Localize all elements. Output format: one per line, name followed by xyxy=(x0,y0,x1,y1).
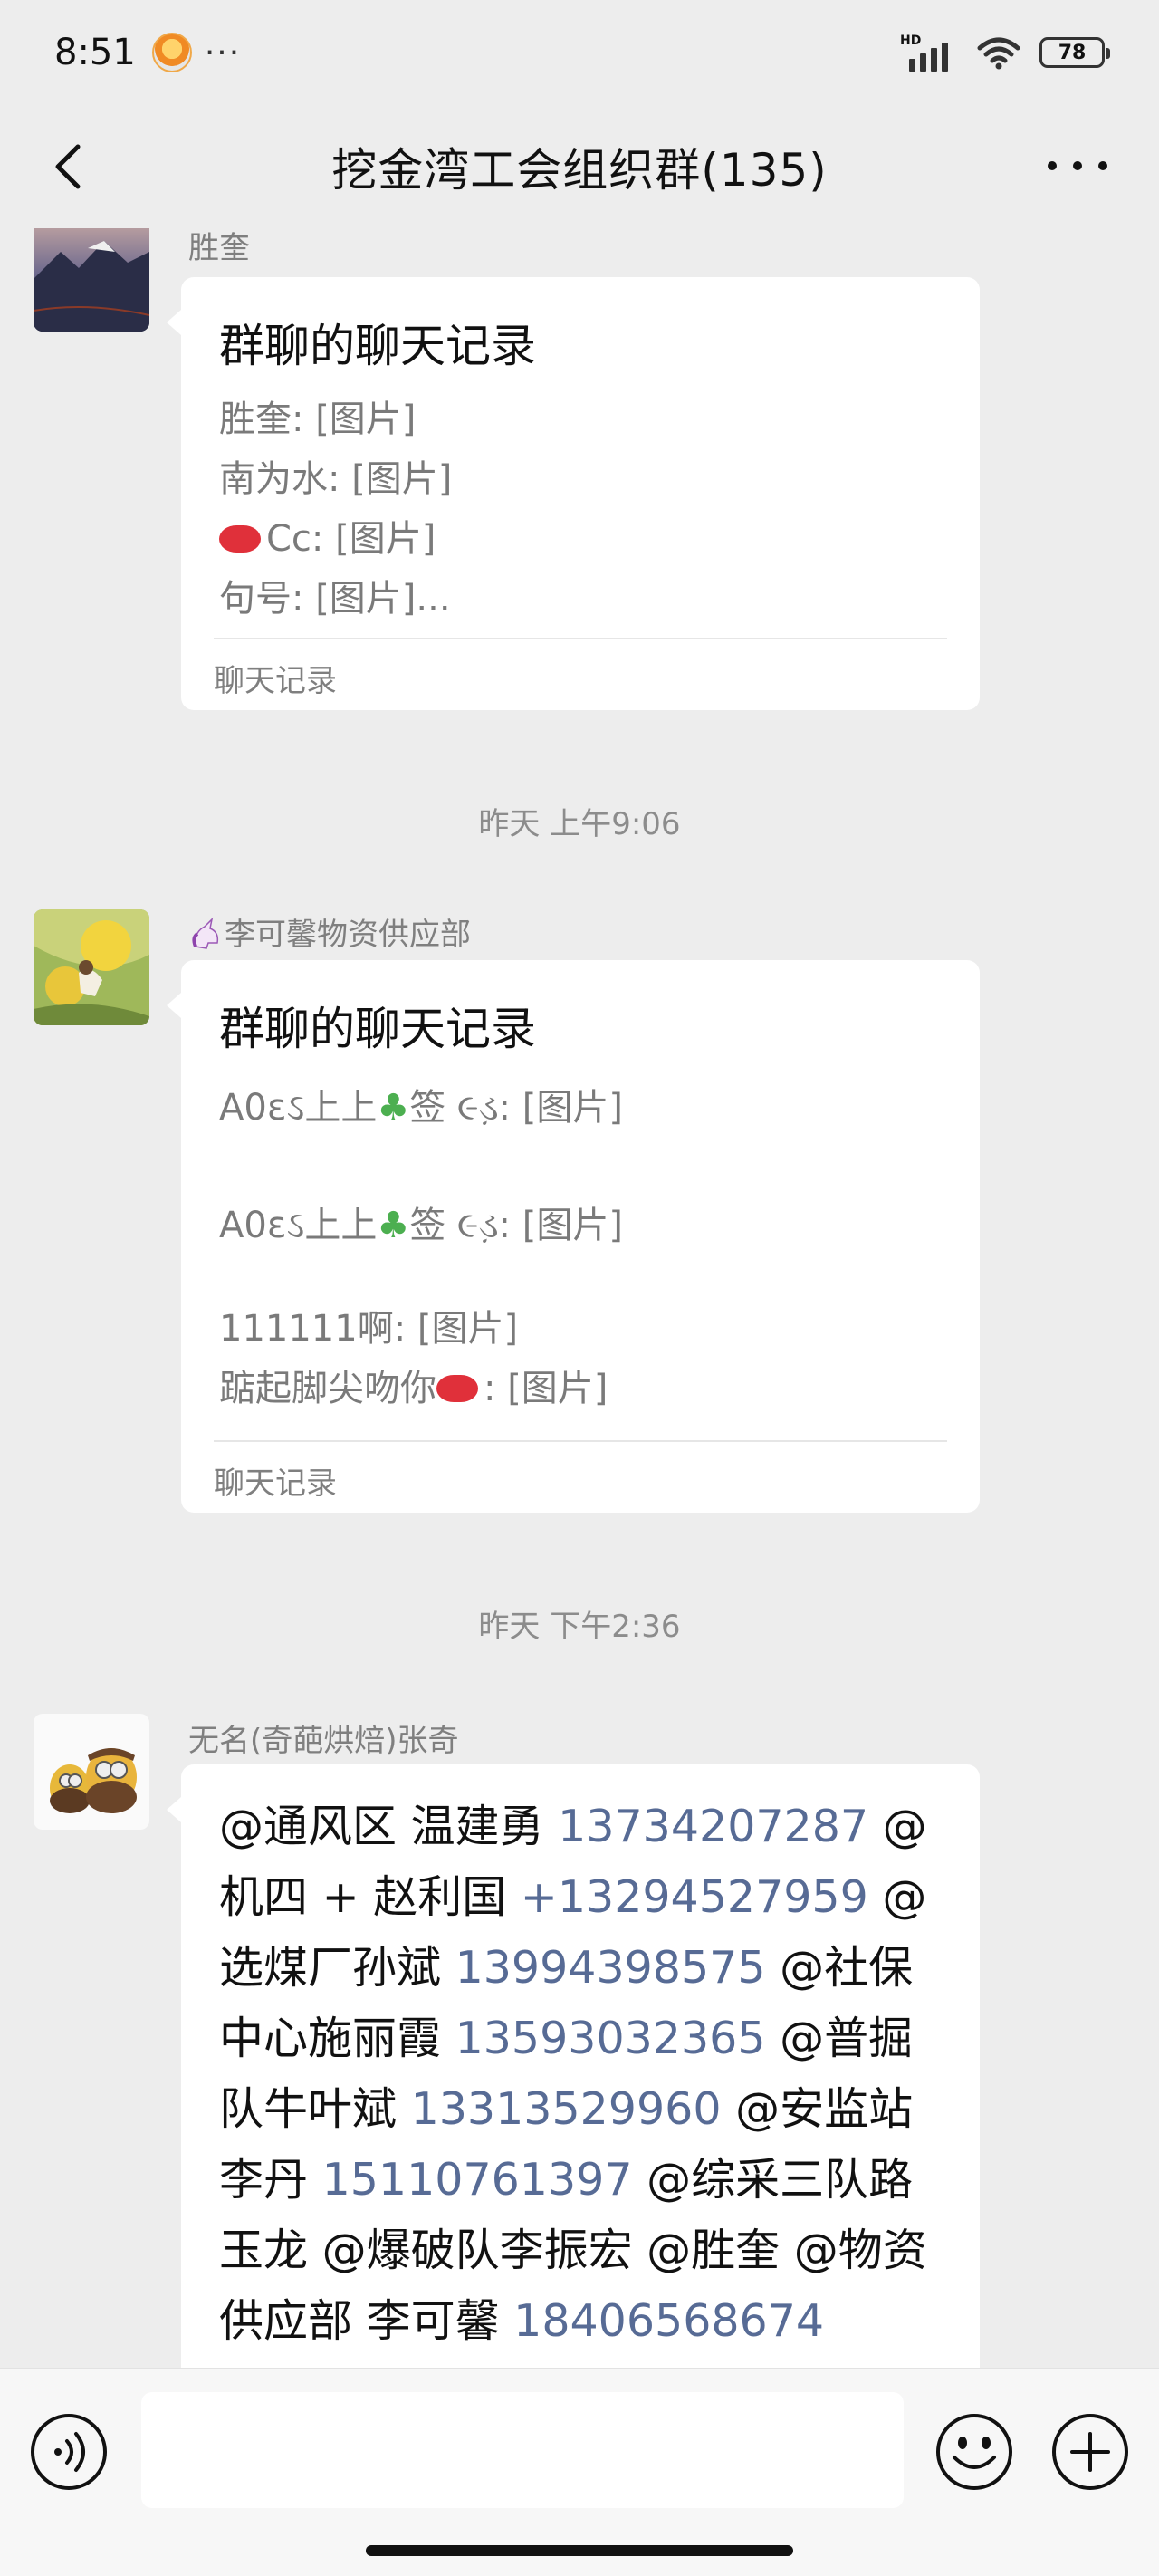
timestamp: 昨天 上午9:06 xyxy=(478,806,681,842)
record-line: 踮起脚尖吻你: [图片] xyxy=(219,1368,608,1409)
status-more-indicator: ··· xyxy=(204,34,242,72)
phone-link[interactable]: 13593032365 xyxy=(455,2013,766,2064)
more-dots-icon[interactable] xyxy=(1041,152,1114,179)
record-line: 111111啊: [图片] xyxy=(219,1308,519,1350)
record-footer: 聊天记录 xyxy=(214,1466,337,1502)
back-chevron-icon[interactable] xyxy=(43,139,98,194)
text-message-bubble[interactable]: @通风区 温建勇 13734207287 @机四 + 赵利国 +13294527… xyxy=(167,1764,980,2368)
record-line: A0ɛઽ上上♣签 ૯ડ઼: [图片] xyxy=(219,1087,623,1129)
nav-bar: 挖金湾工会组织群(135) xyxy=(0,105,1159,228)
record-line: 南为水: [图片] xyxy=(219,458,453,500)
emoji-icon[interactable] xyxy=(933,2410,1016,2494)
chat-title: 挖金湾工会组织群(135) xyxy=(331,144,828,197)
chat-message-list[interactable]: 胜奎 群聊的聊天记录 胜奎: [图片] 南为水: [图片] Cc: [图片] 句… xyxy=(0,228,1159,2368)
sender-name: 无名(奇葩烘焙)张奇 xyxy=(188,1723,459,1759)
status-indicators: HD 78 xyxy=(900,34,1110,72)
lips-emoji-icon xyxy=(436,1375,478,1402)
timestamp: 昨天 下午2:36 xyxy=(478,1609,681,1645)
lips-emoji-icon xyxy=(219,525,261,553)
record-title: 群聊的聊天记录 xyxy=(219,1003,536,1055)
record-line: Cc: [图片] xyxy=(219,509,436,562)
record-footer: 聊天记录 xyxy=(214,663,337,699)
record-line: A0ɛઽ上上♣签 ૯ડ઼: [图片] xyxy=(219,1205,623,1246)
phone-link[interactable]: 13734207287 xyxy=(558,1801,868,1852)
record-line: 句号: [图片]... xyxy=(219,578,451,620)
record-title: 群聊的聊天记录 xyxy=(219,320,536,372)
avatar[interactable] xyxy=(34,909,149,1025)
voice-icon[interactable] xyxy=(27,2410,110,2494)
message-text: @通风区 温建勇 13734207287 @机四 + 赵利国 +13294527… xyxy=(219,1801,927,2347)
phone-link[interactable]: 15110761397 xyxy=(322,2154,633,2206)
phone-link[interactable]: 13994398575 xyxy=(455,1942,766,1994)
clover-emoji-icon: ♣ xyxy=(377,1205,410,1246)
divider xyxy=(214,638,947,639)
sender-name: 胜奎 xyxy=(188,230,250,266)
bubble-notch xyxy=(167,310,181,335)
unicorn-emoji-icon xyxy=(192,917,219,949)
record-line: 胜奎: [图片] xyxy=(219,399,417,440)
bubble-notch xyxy=(167,1797,181,1822)
battery-icon: 78 xyxy=(1039,37,1110,68)
status-time: 8:51 xyxy=(54,32,136,73)
wifi-icon xyxy=(977,37,1020,70)
avatar[interactable] xyxy=(34,228,149,332)
clover-emoji-icon: ♣ xyxy=(377,1087,410,1129)
avatar[interactable] xyxy=(34,1714,149,1830)
notification-app-icon xyxy=(151,33,192,72)
status-bar: 8:51 ··· HD 78 xyxy=(0,0,1159,105)
sender-name: 李可馨物资供应部 xyxy=(188,909,471,954)
chat-record-card[interactable]: 群聊的聊天记录 A0ɛઽ上上♣签 ૯ડ઼: [图片] A0ɛઽ上上♣签 ૯ડ઼:… xyxy=(167,960,980,1513)
phone-link[interactable]: 13313529960 xyxy=(411,2083,722,2135)
battery-level: 78 xyxy=(1058,41,1087,64)
bubble-notch xyxy=(167,993,181,1018)
divider xyxy=(214,1440,947,1442)
message-input[interactable] xyxy=(141,2392,904,2508)
chat-record-card[interactable]: 群聊的聊天记录 胜奎: [图片] 南为水: [图片] Cc: [图片] 句号: … xyxy=(167,277,980,710)
home-indicator[interactable] xyxy=(366,2545,793,2556)
cellular-signal-icon: HD xyxy=(900,34,958,72)
plus-icon[interactable] xyxy=(1049,2410,1132,2494)
phone-link[interactable]: +13294527959 xyxy=(521,1871,868,1923)
phone-link[interactable]: 18406568674 xyxy=(513,2295,824,2347)
